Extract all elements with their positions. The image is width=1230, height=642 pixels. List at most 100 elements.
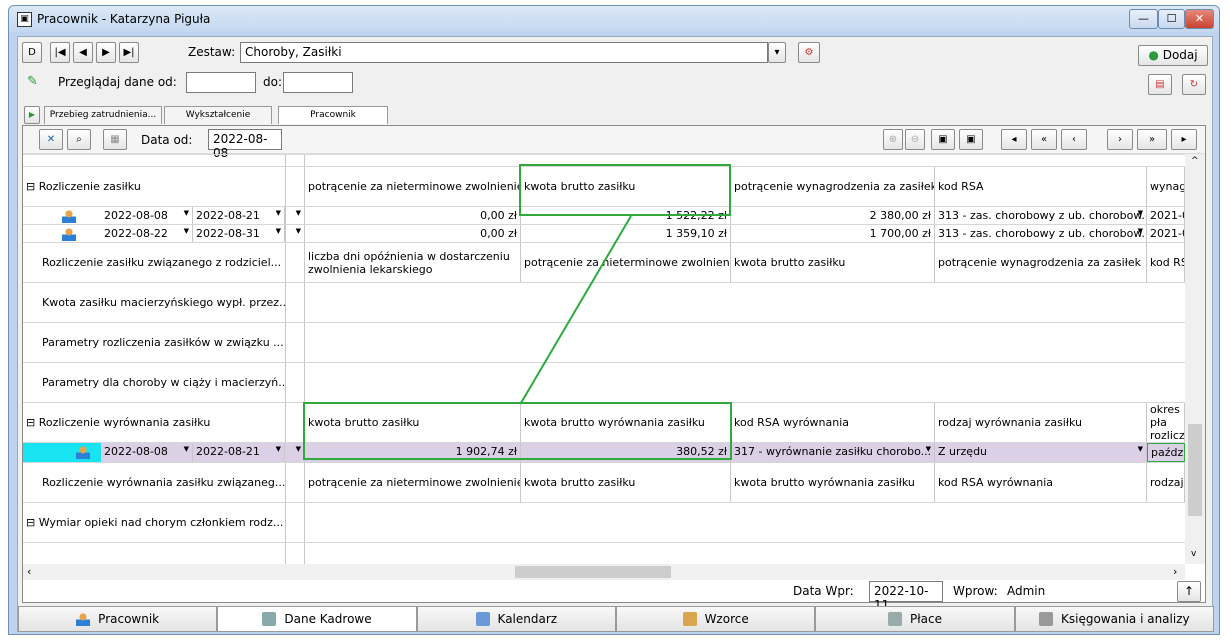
tab-przebieg[interactable]: Przebieg zatrudnienia...	[44, 106, 162, 124]
date-from-cell[interactable]: 2022-08-08 ▼	[101, 443, 193, 462]
add-row-icon[interactable]: ⊕	[883, 129, 903, 150]
kwota-cell[interactable]: 1 522,22 zł	[521, 207, 731, 224]
nav-next-button[interactable]: ▶	[96, 42, 116, 63]
tab-dane-kadrowe[interactable]: Dane Kadrowe	[217, 606, 417, 632]
scroll-up-icon[interactable]: ^	[1191, 156, 1199, 166]
scroll-prev-icon[interactable]: ‹	[1061, 129, 1087, 150]
zestaw-settings-icon[interactable]: ⚙	[798, 42, 820, 63]
search-icon[interactable]: ⌕	[67, 129, 91, 150]
grid-action2-icon[interactable]: ▣	[959, 129, 983, 150]
kod-rsa-cell[interactable]: 313 - zas. chorobowy z ub. chorobow. ▼	[935, 225, 1147, 242]
row-dropdown[interactable]: ▼	[285, 207, 305, 224]
potracenie-wyn-cell[interactable]: 2 380,00 zł	[731, 207, 935, 224]
remove-row-icon[interactable]: ⊖	[905, 129, 925, 150]
kwota-cell[interactable]: 1 902,74 zł	[305, 443, 521, 462]
row-rodzicielski: Rozliczenie zasiłku związanego z rodzici…	[23, 242, 1185, 282]
row-opieka: ⊟ Wymiar opieki nad chorym członkiem rod…	[23, 502, 1185, 542]
row-dropdown[interactable]: ▼	[285, 225, 305, 242]
section-macierzynski[interactable]: Kwota zasiłku macierzyńskiego wypł. prze…	[39, 283, 285, 322]
date-from-cell[interactable]: 2022-08-22 ▼	[101, 225, 193, 242]
minimize-button[interactable]: —	[1129, 9, 1158, 29]
kod-wyr-cell[interactable]: 317 - wyrównanie zasiłku chorobo... ▼	[731, 443, 935, 462]
data-od-field[interactable]: 2022-08-08	[208, 129, 282, 160]
horizontal-scrollbar[interactable]: ‹ ›	[23, 564, 1185, 580]
tab-wzorce[interactable]: Wzorce	[615, 606, 816, 632]
collapse-icon[interactable]: ⊟	[26, 180, 35, 193]
wynagro-cell[interactable]: 2021-08	[1147, 225, 1185, 242]
calculator-icon	[887, 612, 902, 626]
przegladaj-od-field[interactable]	[186, 72, 256, 93]
kod-rsa-cell[interactable]: 313 - zas. chorobowy z ub. chorobow. ▼	[935, 207, 1147, 224]
zestaw-field[interactable]: Choroby, Zasiłki	[240, 42, 768, 63]
row-selector[interactable]	[23, 443, 101, 462]
date-to-cell[interactable]: 2022-08-21 ▼	[193, 443, 285, 462]
wynagro-cell[interactable]: 2021-08	[1147, 207, 1185, 224]
potracenie-cell[interactable]: 0,00 zł	[305, 207, 521, 224]
horizontal-scroll-thumb[interactable]	[515, 566, 671, 578]
scroll-right-arrow-icon[interactable]: ›	[1173, 565, 1177, 578]
scroll-left-arrow-icon[interactable]: ‹	[27, 565, 31, 578]
row-dropdown[interactable]: ▼	[285, 443, 305, 462]
header-cell: kod RSA	[935, 167, 1147, 206]
close-button[interactable]: ✕	[1185, 9, 1214, 29]
header-cell: rodzaj w	[1147, 463, 1185, 502]
kwota-cell[interactable]: 1 359,10 zł	[521, 225, 731, 242]
export-icon[interactable]: ▤	[1148, 74, 1172, 95]
nav-last-button[interactable]: ▶|	[119, 42, 139, 63]
ledger-icon	[1039, 612, 1053, 626]
calendar-icon[interactable]: ▦	[103, 129, 127, 150]
scroll-left-icon[interactable]: ◂	[1001, 129, 1027, 150]
scroll-right-icon[interactable]: ▸	[1171, 129, 1197, 150]
zestaw-dropdown-button[interactable]: ▾	[768, 42, 786, 63]
grid-action-icon[interactable]: ▣	[931, 129, 955, 150]
maximize-button[interactable]: ☐	[1158, 9, 1185, 29]
section-rodzicielski[interactable]: Rozliczenie zasiłku związanego z rodzici…	[39, 243, 285, 282]
tab-pracownik-bottom[interactable]: Pracownik	[18, 606, 218, 632]
dodaj-label: Dodaj	[1162, 48, 1198, 62]
date-to-cell[interactable]: 2022-08-31 ▼	[193, 225, 285, 242]
scroll-down-icon[interactable]: v	[1191, 549, 1196, 559]
nav-first-button[interactable]: |◀	[50, 42, 70, 63]
date-to-cell[interactable]: 2022-08-21 ▼	[193, 207, 285, 224]
section-wyrownanie-zw[interactable]: Rozliczenie wyrównania zasiłku związaneg…	[39, 463, 285, 502]
tab-wyksztalcenie[interactable]: Wykształcenie	[164, 106, 272, 124]
record-d-button[interactable]: D	[22, 42, 42, 63]
okres-cell[interactable]: październ	[1147, 443, 1185, 462]
tools-icon[interactable]: ✕	[39, 129, 63, 150]
tab-pracownik[interactable]: Pracownik	[278, 106, 388, 124]
scroll-next-icon[interactable]: ›	[1107, 129, 1133, 150]
dodaj-button[interactable]: ● Dodaj	[1138, 45, 1208, 66]
section-ciaza[interactable]: Parametry dla choroby w ciąży i macierzy…	[39, 363, 285, 402]
scroll-top-button[interactable]: ↑	[1177, 581, 1201, 602]
rodzaj-cell[interactable]: Z urzędu ▼	[935, 443, 1147, 462]
nav-prev-button[interactable]: ◀	[73, 42, 93, 63]
table-row-selected[interactable]: 2022-08-08 ▼ 2022-08-21 ▼ ▼ 1 902,74 zł 38…	[23, 442, 1185, 462]
collapse-icon[interactable]: ⊟	[26, 516, 35, 529]
section-label: Rozliczenie zasiłku	[38, 180, 141, 193]
table-row[interactable]: 2022-08-22 ▼ 2022-08-31 ▼ ▼ 0,00 zł 1 359,…	[23, 224, 1185, 242]
tab-ksiegowania[interactable]: Księgowania i analizy	[1014, 606, 1214, 632]
potracenie-wyn-cell[interactable]: 1 700,00 zł	[731, 225, 935, 242]
refresh-icon[interactable]: ↻	[1182, 74, 1206, 95]
data-wpr-field: 2022-10-11	[869, 581, 943, 612]
vertical-scroll-thumb[interactable]	[1188, 424, 1202, 516]
header-cell: kwota brutto zasiłku	[521, 167, 731, 206]
scroll-first-icon[interactable]: «	[1031, 129, 1057, 150]
header-cell: rodzaj wyrównania zasiłku	[935, 403, 1147, 442]
section-rozliczenie[interactable]: ⊟ Rozliczenie zasiłku	[23, 167, 285, 206]
scroll-last-icon[interactable]: »	[1137, 129, 1167, 150]
przegladaj-do-field[interactable]	[283, 72, 353, 93]
section-wyrownanie[interactable]: ⊟ Rozliczenie wyrównania zasiłku	[23, 403, 285, 442]
kwota-wyr-cell[interactable]: 380,52 zł	[521, 443, 731, 462]
tab-place[interactable]: Płace	[815, 606, 1015, 632]
section-opieka[interactable]: ⊟ Wymiar opieki nad chorym członkiem rod…	[23, 503, 285, 542]
grid-toolbar: ✕ ⌕ ▦ Data od: 2022-08-08 ⊕ ⊖ ▣ ▣ ◂ « ‹ …	[23, 126, 1205, 160]
table-row[interactable]: 2022-08-08 ▼ 2022-08-21 ▼ ▼ 0,00 zł 1 522,…	[23, 206, 1185, 224]
collapse-icon[interactable]: ⊟	[26, 416, 35, 429]
date-from-cell[interactable]: 2022-08-08 ▼	[101, 207, 193, 224]
tab-arrow-button[interactable]: ▶	[24, 106, 40, 124]
vertical-scrollbar[interactable]: ^ v	[1185, 154, 1205, 564]
potracenie-cell[interactable]: 0,00 zł	[305, 225, 521, 242]
section-parametry[interactable]: Parametry rozliczenia zasiłków w związku…	[39, 323, 285, 362]
tab-kalendarz[interactable]: Kalendarz	[416, 606, 616, 632]
